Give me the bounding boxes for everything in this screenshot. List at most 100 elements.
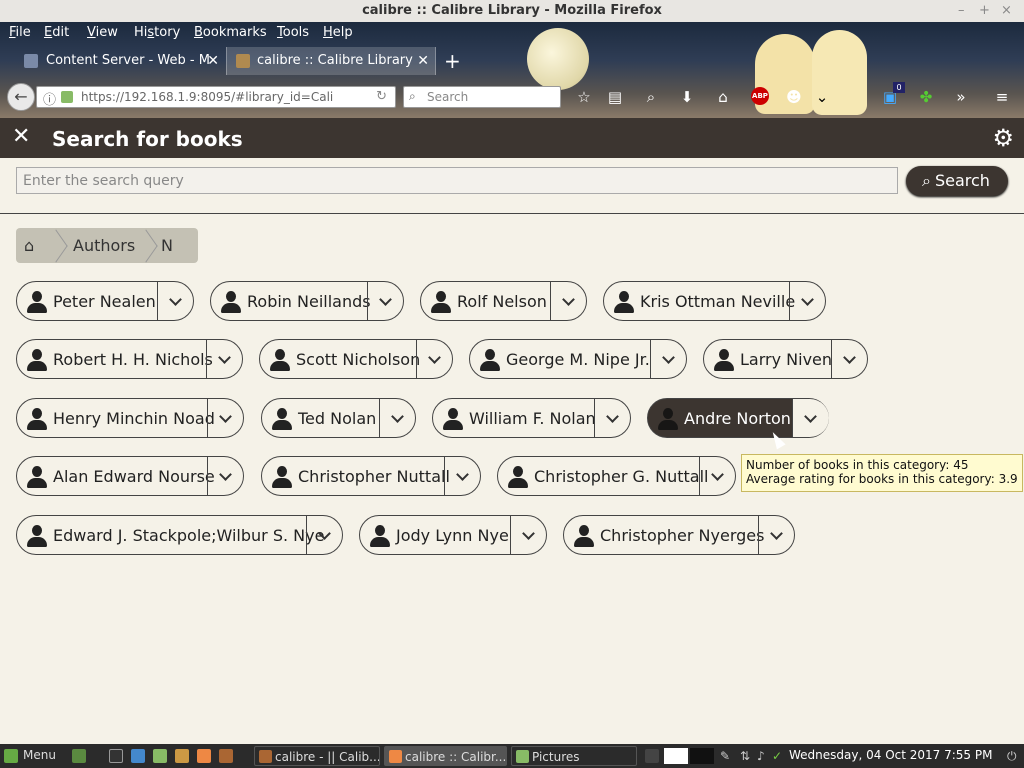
overflow-chevron-icon[interactable]: » [951,88,971,106]
author-button[interactable]: Robin Neillands [210,281,404,321]
chevron-down-icon[interactable] [445,457,481,495]
menu-tools[interactable]: Tools [277,25,309,40]
author-button[interactable]: Jody Lynn Nye [359,515,547,555]
hamburger-menu-icon[interactable]: ≡ [992,88,1012,106]
menu-help[interactable]: Help [323,25,353,40]
author-button[interactable]: George M. Nipe Jr. [469,339,687,379]
chevron-down-icon[interactable] [208,399,244,437]
author-button[interactable]: Christopher Nuttall [261,456,481,496]
back-arrow-icon[interactable]: ← [7,83,35,111]
pocket-icon[interactable]: ⌄ [812,88,832,106]
chevron-down-icon[interactable] [380,399,416,437]
files-icon[interactable] [153,749,167,763]
chevron-down-icon[interactable] [207,340,243,378]
chevron-down-icon[interactable] [417,340,453,378]
downloads-icon[interactable]: ⬇ [677,88,697,106]
person-icon [269,349,291,371]
taskbar-task-pictures[interactable]: Pictures [511,746,637,766]
chevron-down-icon[interactable] [511,516,547,554]
breadcrumb-authors[interactable]: Authors [73,228,135,263]
chevron-down-icon[interactable] [158,282,194,320]
keyboard-icon[interactable] [645,749,659,763]
tab-favicon-icon [24,54,38,68]
chevron-down-icon[interactable] [700,457,736,495]
author-button[interactable]: Ted Nolan [261,398,416,438]
author-button[interactable]: Larry Niven [703,339,868,379]
person-icon [613,291,635,313]
taskbar-task-firefox[interactable]: calibre :: Calibr... [384,746,507,766]
author-button[interactable]: Rolf Nelson [420,281,587,321]
chevron-down-icon[interactable] [368,282,404,320]
author-button-highlighted[interactable]: Andre Norton [647,398,829,438]
close-icon[interactable]: ✕ [12,124,30,149]
close-window-icon[interactable]: × [1001,0,1012,22]
search-button[interactable]: ⌕ Search [906,166,1008,196]
author-button[interactable]: Alan Edward Nourse [16,456,244,496]
author-button[interactable]: Kris Ottman Neville [603,281,826,321]
bookmark-star-icon[interactable]: ☆ [574,88,594,106]
author-button[interactable]: Henry Minchin Noad [16,398,244,438]
chevron-down-icon[interactable] [832,340,868,378]
tab-calibre-library[interactable]: calibre :: Calibre Library ✕ [226,47,436,75]
chevron-down-icon[interactable] [208,457,244,495]
taskbar-task-calibre[interactable]: calibre - || Calib... [254,746,380,766]
extension-clover-icon[interactable]: ✤ [916,88,936,106]
chevron-down-icon[interactable] [595,399,631,437]
chevron-down-icon[interactable] [551,282,587,320]
gear-icon[interactable]: ⚙ [992,124,1014,152]
author-button[interactable]: Christopher Nyerges [563,515,795,555]
info-icon[interactable]: ⓘ [43,89,56,108]
author-button[interactable]: Christopher G. Nuttall [497,456,736,496]
adblock-icon[interactable]: ABP [751,87,769,105]
search-input[interactable] [16,167,898,194]
person-icon [26,291,48,313]
power-icon[interactable]: ⏻ [1007,749,1021,763]
network-icon[interactable]: ⇅ [740,749,754,763]
home-icon[interactable]: ⌂ [24,228,34,263]
chevron-down-icon[interactable] [307,516,343,554]
breadcrumb-letter[interactable]: N [161,228,173,263]
chevron-down-icon[interactable] [793,399,829,437]
terminal-icon[interactable] [109,749,123,763]
archive-icon[interactable] [175,749,189,763]
chevron-down-icon[interactable] [759,516,795,554]
new-tab-icon[interactable]: + [444,47,461,75]
chevron-down-icon[interactable] [651,340,687,378]
author-button[interactable]: William F. Nolan [432,398,631,438]
author-button[interactable]: Robert H. H. Nichols [16,339,243,379]
menu-edit[interactable]: Edit [44,25,69,40]
menu-bookmarks[interactable]: Bookmarks [194,25,267,40]
maximize-icon[interactable]: + [979,0,990,22]
chevron-down-icon[interactable] [790,282,826,320]
firefox-launcher-icon[interactable] [197,749,211,763]
menu-view[interactable]: View [87,25,118,40]
clock[interactable]: Wednesday, 04 Oct 2017 7:55 PM [789,748,992,762]
start-menu-button[interactable]: Menu [4,748,56,763]
bookmarks-list-icon[interactable]: ▤ [605,88,625,106]
menu-history[interactable]: History [134,25,180,40]
calibre-launcher-icon[interactable] [219,749,233,763]
home-icon[interactable]: ⌂ [713,88,733,106]
shield-icon[interactable]: ✓ [772,749,786,763]
pen-icon[interactable]: ✎ [720,749,734,763]
workspace-1[interactable] [664,748,688,764]
lock-icon[interactable] [61,91,73,103]
tab-content-server[interactable]: Content Server - Web - M ✕ [0,47,225,75]
author-name: Scott Nicholson [296,350,421,369]
extension-face-icon[interactable]: ☻ [784,88,804,106]
workspace-2[interactable] [690,748,714,764]
menu-file[interactable]: File [9,25,31,40]
reload-icon[interactable]: ↻ [376,89,387,104]
author-button[interactable]: Scott Nicholson [259,339,453,379]
url-bar[interactable]: ⓘ https://192.168.1.9:8095/#library_id=C… [36,86,396,108]
volume-icon[interactable]: ♪ [757,749,771,763]
close-tab-icon[interactable]: ✕ [417,47,429,75]
search-toolbar-icon[interactable]: ⌕ [641,88,661,106]
minimize-icon[interactable]: – [958,0,965,22]
author-button[interactable]: Peter Nealen [16,281,194,321]
app-launcher-icon[interactable] [131,749,145,763]
author-button[interactable]: Edward J. Stackpole;Wilbur S. Nye [16,515,343,555]
show-desktop-icon[interactable] [72,749,86,763]
browser-search-box[interactable]: ⌕ Search [403,86,561,108]
close-tab-icon[interactable]: ✕ [207,47,219,75]
